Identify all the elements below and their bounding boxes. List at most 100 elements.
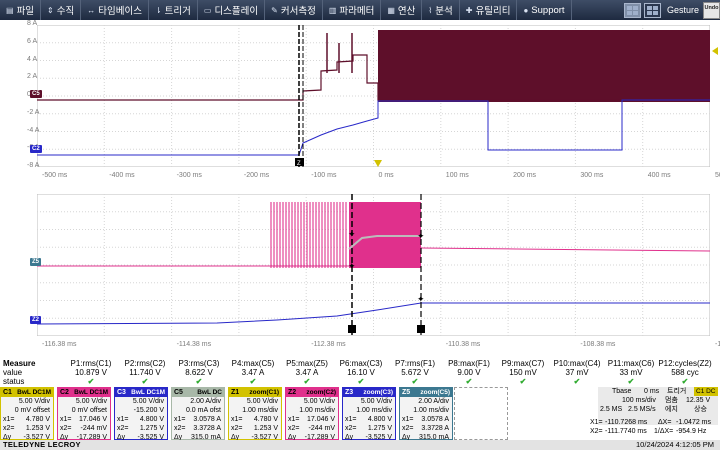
x-tick-label: 200 ms <box>513 172 537 179</box>
main-waveform-grid[interactable]: Z <box>37 25 710 167</box>
footer-bar: TELEDYNE LECROY 10/24/2024 4:12:05 PM <box>0 440 720 450</box>
descriptor-l1: 5.00 V/div <box>132 398 164 405</box>
menu-label: 파라메터 <box>339 6 375 17</box>
measure-param-name[interactable]: P10:max(C4) <box>550 359 604 368</box>
x-tick-label: 500 ms <box>715 172 720 179</box>
descriptor-header: C2 BwL DC1M <box>58 388 110 397</box>
c2-marker-tag[interactable]: C2 <box>30 145 42 153</box>
descriptor-c5[interactable]: C5 BwL DC 2.00 A/div 0.0 mA ofst x1= 3.0578 A… <box>171 387 225 441</box>
timebase-icon: ↔ <box>87 5 96 15</box>
zoom-cursor-tag[interactable] <box>417 325 425 333</box>
measure-param-name[interactable]: P8:max(F1) <box>442 359 496 368</box>
file-icon: ▤ <box>6 5 14 15</box>
measure-param-value: 16.10 V <box>347 368 375 377</box>
zoom-cursor-tag[interactable] <box>348 325 356 333</box>
cursor-crosshair-icon[interactable]: ✦ <box>417 294 425 304</box>
descriptor-l2: -15.200 V <box>133 407 164 414</box>
descriptor-l4: x2= -244 mV <box>58 424 110 433</box>
measure-param-value: 37 mV <box>565 368 589 377</box>
descriptor-c2[interactable]: C2 BwL DC1M 5.00 V/div 0 mV offset x1= 17.046… <box>57 387 111 441</box>
descriptor-z3[interactable]: Z3 zoom(C3) 5.00 V/div 1.00 ms/div x1= 4.800 … <box>342 387 396 441</box>
cursor-crosshair-icon[interactable]: ✦ <box>348 261 356 271</box>
descriptor-badge: zoom(C5) <box>420 389 450 396</box>
menu-label: 커서측정 <box>280 6 316 17</box>
grid-layout-button[interactable] <box>623 2 641 18</box>
x-tick-label: -500 ms <box>42 172 68 179</box>
y-tick-label: -4 A <box>27 126 40 134</box>
measure-param-value: 8.622 V <box>185 368 213 377</box>
measure-param-name[interactable]: P9:max(C7) <box>496 359 550 368</box>
undo-button[interactable]: Undo <box>703 1 720 19</box>
descriptor-cursor-value: 17.046 V <box>78 416 107 423</box>
descriptor-cursor-value: 4.800 V <box>139 416 164 423</box>
status-ok-icon: ✔ <box>357 377 365 386</box>
cursor-crosshair-icon[interactable]: ✦ <box>417 231 425 241</box>
measure-param-name[interactable]: P2:rms(C2) <box>118 359 172 368</box>
descriptor-channel-id: Z1 <box>231 389 240 396</box>
trigger-level-marker[interactable] <box>712 47 718 55</box>
y-tick-label: 6 A <box>27 37 38 45</box>
trigger-title: 트리거 <box>667 388 687 395</box>
descriptor-l2: 0 mV offset <box>14 407 50 414</box>
status-ok-icon: ✔ <box>249 377 257 386</box>
zoom-waveform-grid[interactable]: ✦ ✦ ✦ ✦ <box>37 194 710 336</box>
y-tick-label: 8 A <box>27 20 38 27</box>
menu-file[interactable]: ▤ 파일 <box>0 0 42 20</box>
descriptor-z5[interactable]: Z5 zoom(C5) 2.00 A/div 1.00 ms/div x1= 3.0578… <box>399 387 453 441</box>
menu-right: Gesture Undo <box>623 0 720 20</box>
menu-parameter[interactable]: ▥ 파라메터 <box>323 0 382 20</box>
menu-display[interactable]: ▭ 디스플레이 <box>198 0 266 20</box>
descriptor-l3: x1= 4.800 V <box>343 415 395 424</box>
measure-param-name[interactable]: P5:max(Z5) <box>280 359 334 368</box>
descriptor-cursor-value: 17.046 V <box>306 416 335 423</box>
menu-cursor[interactable]: ✎ 커서측정 <box>265 0 323 20</box>
descriptor-l1: 2.00 A/div <box>190 398 221 405</box>
x-tick-label: -110.38 ms <box>445 341 481 348</box>
menu-trigger[interactable]: ⇂ 트리거 <box>149 0 198 20</box>
measure-param-name[interactable]: P1:rms(C1) <box>64 359 118 368</box>
descriptor-cursor-label: x1= <box>117 416 129 423</box>
parameter-icon: ▥ <box>328 5 337 15</box>
grid-layout-alt-button[interactable] <box>643 2 661 18</box>
x2-value: -111.7740 ms <box>605 428 647 435</box>
status-ok-icon: ✔ <box>411 377 419 386</box>
descriptor-badge: BwL DC1M <box>74 389 108 396</box>
descriptor-z1[interactable]: Z1 zoom(C1) 5.00 V/div 1.00 ms/div x1= 4.780 … <box>228 387 282 441</box>
measure-param-name[interactable]: P3:rms(C3) <box>172 359 226 368</box>
z2-marker-tag[interactable]: Z2 <box>30 316 42 324</box>
timebase-delay: 0 ms <box>644 388 660 395</box>
c5-marker-tag[interactable]: C5 <box>30 90 42 98</box>
timebase-title: Tbase <box>612 388 632 395</box>
menu-analysis[interactable]: ⌇ 분석 <box>422 0 460 20</box>
cursor-crosshair-icon[interactable]: ✦ <box>348 229 356 239</box>
descriptor-header: C1 BwL DC1M <box>1 388 53 397</box>
descriptor-l4: x2= -244 mV <box>286 424 338 433</box>
measure-param-value: 9.00 V <box>457 368 481 377</box>
descriptor-cursor-label: x1= <box>345 416 357 423</box>
gesture-label[interactable]: Gesture <box>667 5 699 15</box>
menu-support[interactable]: ● Support <box>517 0 572 20</box>
descriptor-z2[interactable]: Z2 zoom(C2) 5.00 V/div 1.00 ms/div x1= 17.046… <box>285 387 339 441</box>
cursor-readout[interactable]: X1= -110.7268 ms ΔX= -1.0472 ms X2= -111.774… <box>590 418 720 436</box>
descriptor-l1: 5.00 V/div <box>303 398 335 405</box>
measure-param-name[interactable]: P7:rms(F1) <box>388 359 442 368</box>
z5-marker-tag[interactable]: Z5 <box>30 258 42 266</box>
menu-utility[interactable]: ✚ 유틸리티 <box>460 0 518 20</box>
measure-param-name[interactable]: P4:max(C5) <box>226 359 280 368</box>
menu-math[interactable]: ▦ 연산 <box>381 0 423 20</box>
measure-param-name[interactable]: P11:max(C6) <box>604 359 658 368</box>
measure-param-name[interactable]: P12:cycles(Z2) <box>658 359 712 368</box>
descriptor-l2: 0 mV offset <box>71 407 107 414</box>
descriptor-l2: 1.00 ms/div <box>299 407 335 414</box>
descriptor-c3[interactable]: C3 BwL DC1M 5.00 V/div -15.200 Vx1= 4.800 Vx… <box>114 387 168 441</box>
empty-descriptor-slot[interactable] <box>454 387 508 440</box>
descriptor-c1[interactable]: C1 BwL DC1M 5.00 V/div 0 mV offset x1= 4.780 … <box>0 387 54 441</box>
menu-timebase[interactable]: ↔ 타임베이스 <box>81 0 149 20</box>
descriptor-channel-id: Z5 <box>402 389 411 396</box>
measure-param-name[interactable]: P6:max(C3) <box>334 359 388 368</box>
brand-logo-text: TELEDYNE LECROY <box>3 440 81 449</box>
measure-status-row: status ✔ ✔ ✔ ✔ ✔ ✔ ✔ ✔ ✔ ✔ ✔ ✔ <box>0 377 720 386</box>
descriptor-cursor-label: x2= <box>3 425 15 432</box>
menu-vertical[interactable]: ⇕ 수직 <box>41 0 82 20</box>
descriptor-badge: BwL DC <box>197 389 222 396</box>
